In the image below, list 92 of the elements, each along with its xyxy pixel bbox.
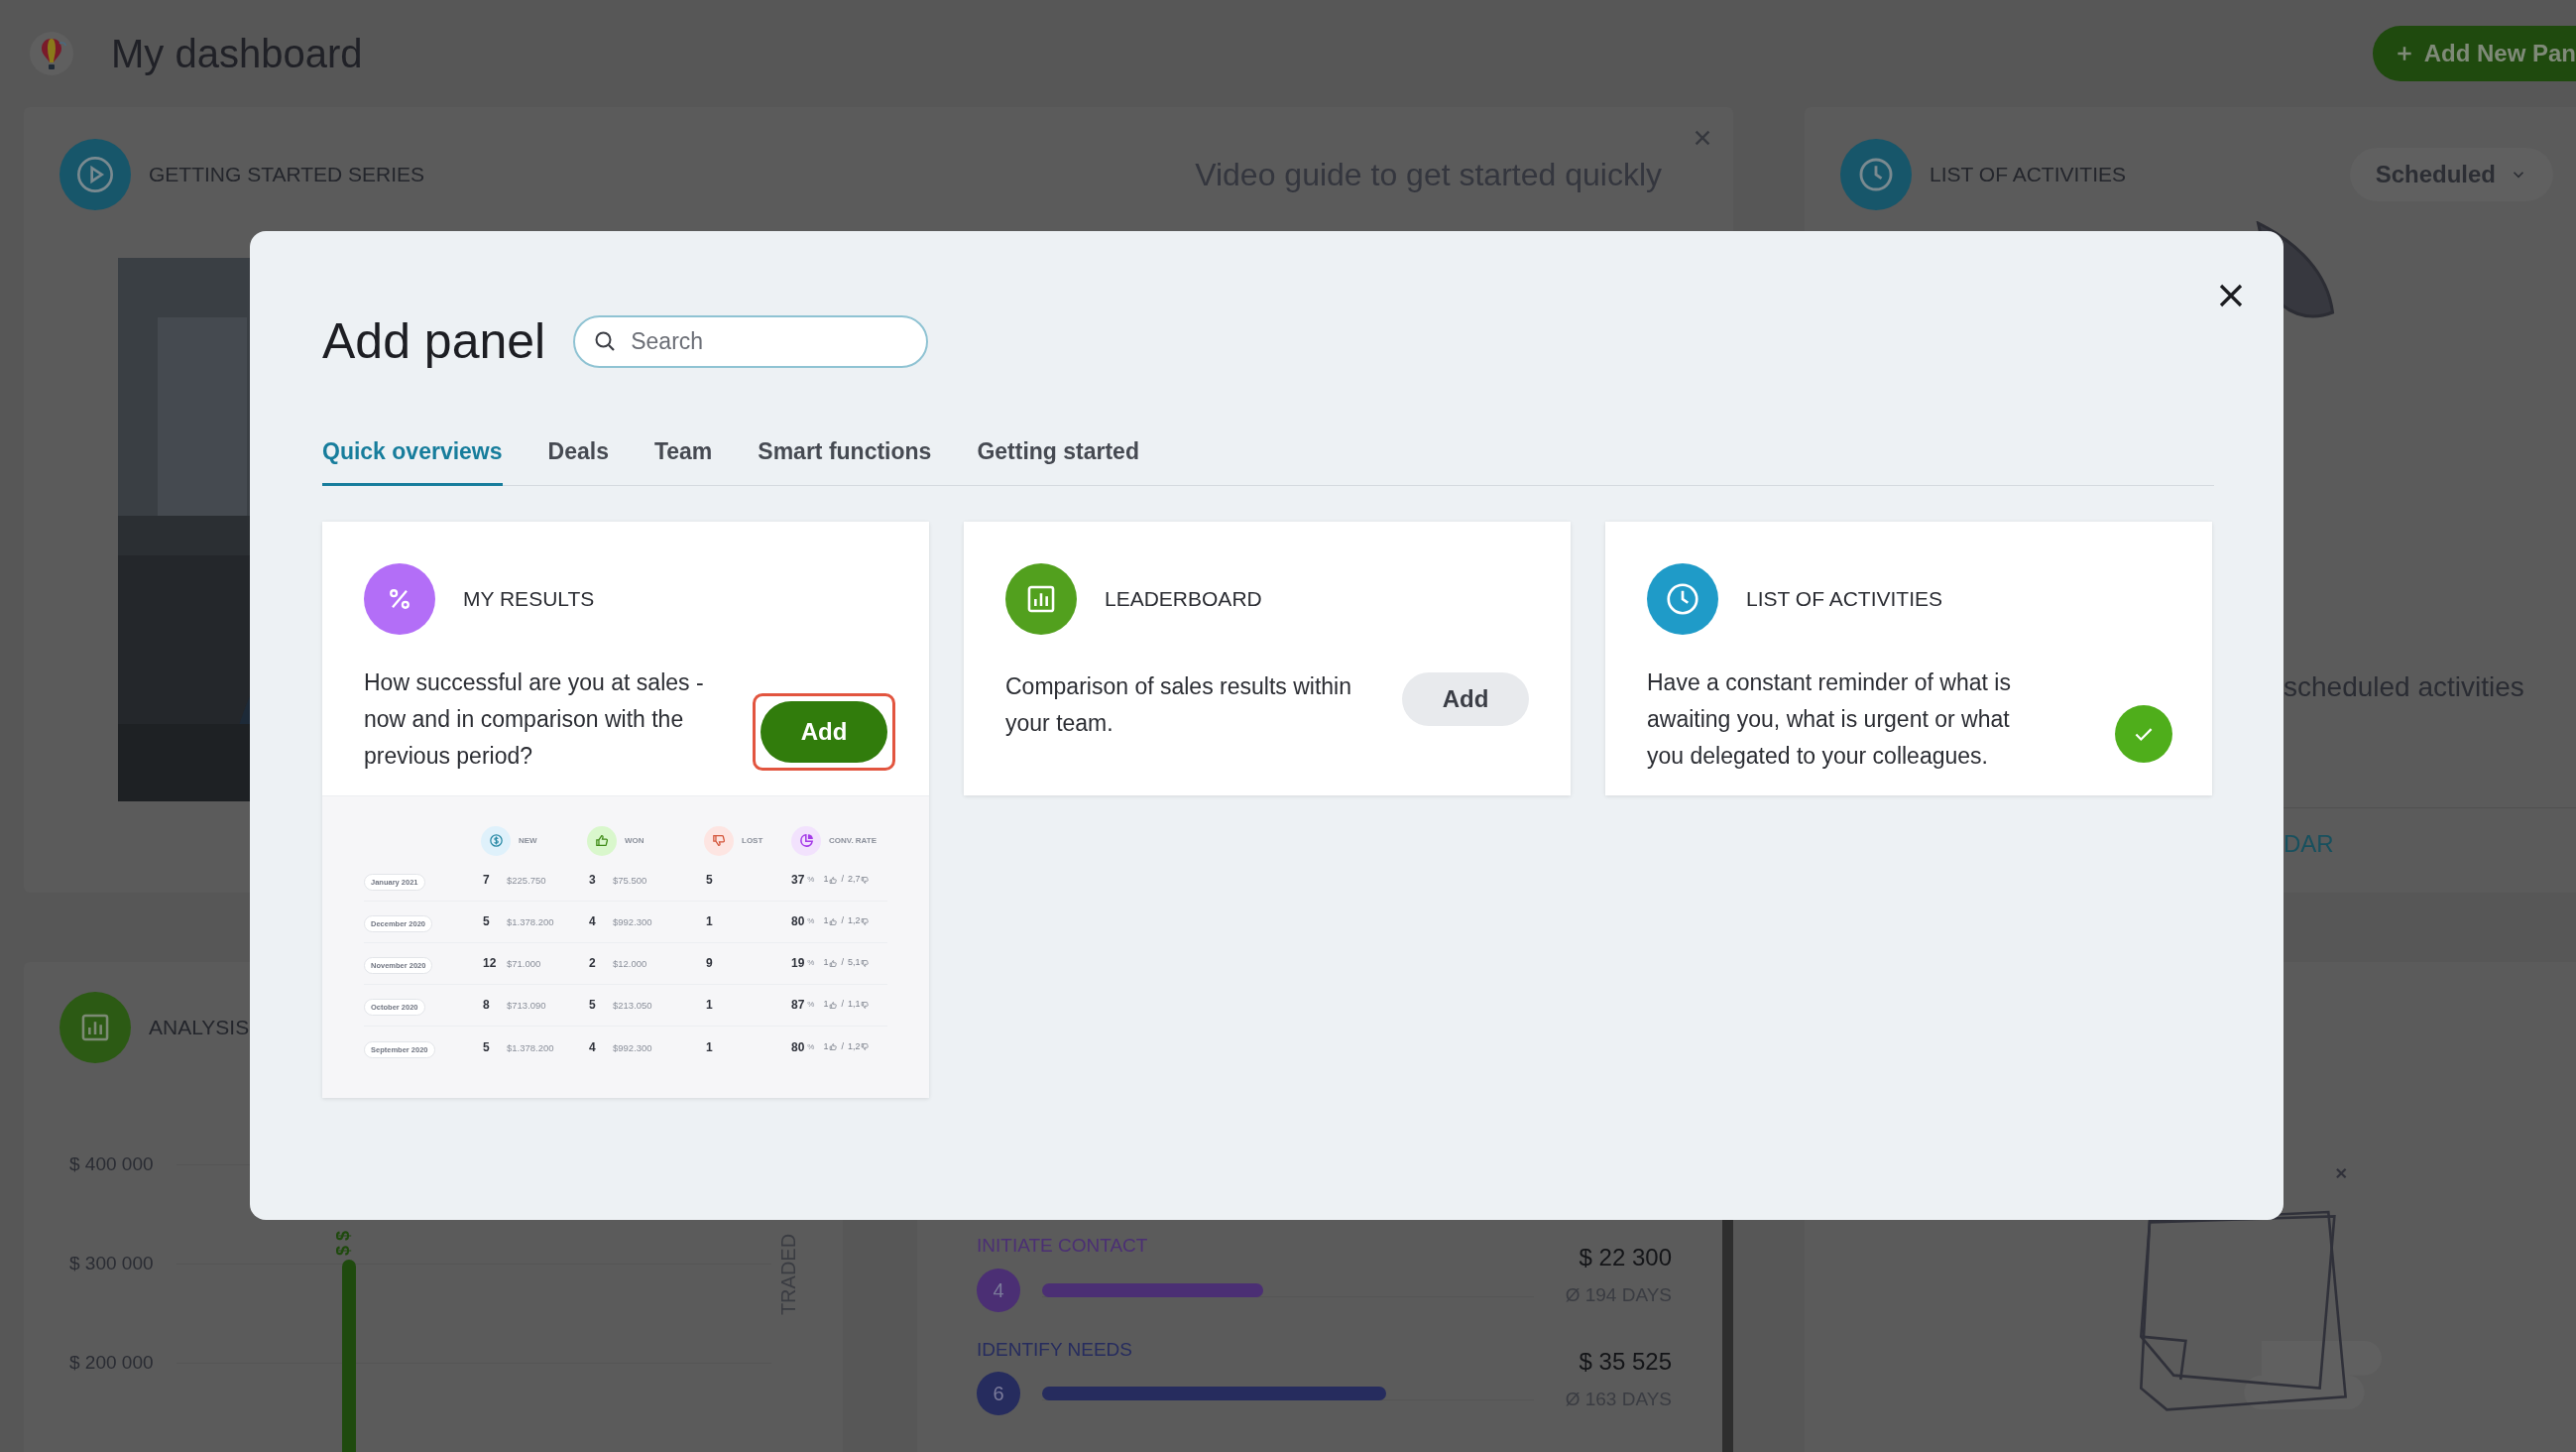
ratio-separator: / (841, 873, 844, 887)
page-title: My dashboard (111, 31, 363, 77)
rate-value: 80 (791, 1038, 805, 1056)
count-badge: 4 (977, 1268, 1020, 1312)
count-value: 12 (483, 955, 497, 972)
rate-value: 37 (791, 872, 805, 889)
amount-value: $75.500 (613, 874, 647, 888)
stage-amount: $ 22 300 (1579, 1243, 1672, 1272)
ratio-separator: / (841, 956, 844, 970)
column-header: LOST (742, 834, 763, 847)
search-field[interactable]: Search (573, 315, 929, 368)
ratio-separator: / (841, 998, 844, 1012)
amount-value: $992.300 (613, 1040, 652, 1055)
ratio-value: 1 (823, 998, 829, 1012)
thumbs-down-icon (860, 1000, 870, 1010)
amount-value: $71.000 (507, 957, 541, 971)
panel-title: ANALYSIS (149, 1015, 250, 1041)
count-value: 4 (589, 1038, 597, 1056)
count-value: 1 (706, 1038, 714, 1056)
rate-value: 80 (791, 913, 805, 930)
panel-description: Have a constant reminder of what is awaiting you, what is urgent or what you delegated to your colleagues. (1647, 667, 2012, 771)
percent-sign: % (807, 1040, 815, 1053)
thumbs-up-icon (587, 825, 617, 856)
ratio-value: 1 (823, 1039, 829, 1053)
count-value: 1 (706, 997, 714, 1014)
tab[interactable]: Smart functions (758, 434, 932, 486)
amount-value: $1.378.200 (507, 1040, 554, 1055)
thumbs-up-icon (828, 1000, 838, 1010)
tab[interactable]: Deals (547, 434, 609, 486)
panel-title: LEADERBOARD (1105, 585, 1262, 612)
thumbs-up-icon (828, 875, 838, 885)
bar-value-label: $ $ (332, 1231, 354, 1256)
percent-sign: % (807, 874, 815, 886)
panel-title: MY RESULTS (463, 585, 595, 612)
pie-chart-icon (791, 825, 821, 856)
tab[interactable]: Team (653, 434, 713, 486)
dialog-title: Add panel (322, 312, 546, 371)
percent-sign: % (807, 915, 815, 927)
ratio-value: 1 (823, 873, 829, 887)
panel-title: LIST OF ACTIVITIES (1746, 585, 1942, 612)
add-button[interactable]: Add (761, 700, 887, 763)
ratio-separator: / (841, 914, 844, 928)
thumbs-down-icon (860, 1042, 870, 1051)
count-value: 3 (589, 872, 597, 889)
percent-sign: % (807, 999, 815, 1011)
count-value: 9 (706, 955, 714, 972)
rate-value: 19 (791, 955, 805, 972)
ratio-value: 1,2 (848, 914, 861, 928)
percent-sign: % (807, 957, 815, 969)
ratio-value: 5,1 (848, 956, 861, 970)
tab[interactable]: Quick overviews (322, 434, 503, 486)
tab[interactable]: Getting started (977, 434, 1139, 486)
count-value: 7 (483, 872, 491, 889)
thumbs-up-icon (828, 916, 838, 926)
amount-value: $12.000 (613, 957, 647, 971)
balloon-logo-icon (30, 32, 73, 75)
thumbs-down-icon (860, 958, 870, 968)
thumbs-down-icon (704, 825, 734, 856)
column-header: NEW (519, 834, 537, 847)
count-value: 5 (706, 872, 714, 889)
ratio-value: 1,2 (848, 1039, 861, 1053)
ratio-value: 2,7 (848, 873, 861, 887)
amount-value: $713.090 (507, 999, 546, 1013)
panel-description: Comparison of sales results within your team. (1005, 671, 1352, 738)
amount-value: $992.300 (613, 915, 652, 929)
ratio-value: 1 (823, 956, 829, 970)
thumbs-up-icon (828, 1042, 838, 1051)
rate-value: 87 (791, 997, 805, 1014)
ratio-separator: / (841, 1039, 844, 1053)
dollar-icon (481, 825, 511, 856)
ratio-value: 1,1 (848, 998, 861, 1012)
panel-title: GETTING STARTED SERIES (149, 162, 425, 188)
column-header: CONV. RATE (829, 834, 877, 847)
count-value: 8 (483, 997, 491, 1014)
amount-value: $225.750 (507, 874, 546, 888)
count-value: 5 (589, 997, 597, 1014)
ratio-value: 1 (823, 914, 829, 928)
count-value: 2 (589, 955, 597, 972)
add-button[interactable]: Add (1402, 671, 1529, 726)
count-value: 4 (589, 913, 597, 930)
count-badge: 6 (977, 1372, 1020, 1415)
stage-amount: $ 35 525 (1579, 1346, 1672, 1377)
thumbs-down-icon (860, 916, 870, 926)
column-header: WON (625, 834, 644, 847)
thumbs-up-icon (828, 958, 838, 968)
count-value: 5 (483, 1038, 491, 1056)
panel-description: How successful are you at sales - now and in comparison with the previous period? (364, 667, 705, 771)
count-value: 1 (706, 913, 714, 930)
thumbs-down-icon (860, 875, 870, 885)
amount-value: $1.378.200 (507, 915, 554, 929)
amount-value: $213.050 (613, 999, 652, 1013)
count-value: 5 (483, 913, 491, 930)
